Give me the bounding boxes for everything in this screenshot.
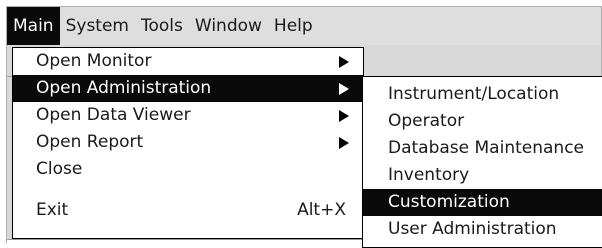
administration-submenu: Instrument/Location Operator Database Ma… <box>362 76 602 248</box>
menu-bar: Main System Tools Window Help <box>7 7 601 45</box>
menu-item-open-monitor[interactable]: Open Monitor <box>13 48 363 75</box>
menu-item-label: Open Administration <box>36 78 212 98</box>
submenu-arrow-icon <box>339 110 349 122</box>
menu-item-exit[interactable]: Exit Alt+X <box>13 197 363 224</box>
submenu-item-inventory[interactable]: Inventory <box>363 162 602 189</box>
submenu-item-instrument-location[interactable]: Instrument/Location <box>363 81 602 108</box>
menu-item-shortcut: Alt+X <box>297 200 346 220</box>
menu-item-label: Exit <box>36 200 69 220</box>
submenu-item-customization[interactable]: Customization <box>363 189 602 216</box>
menu-separator <box>13 183 363 197</box>
menu-item-close[interactable]: Close <box>13 156 363 183</box>
submenu-item-operator[interactable]: Operator <box>363 108 602 135</box>
menu-help[interactable]: Help <box>268 7 319 45</box>
menu-item-open-data-viewer[interactable]: Open Data Viewer <box>13 102 363 129</box>
menu-window[interactable]: Window <box>189 7 268 45</box>
submenu-arrow-icon <box>339 83 349 95</box>
submenu-arrow-icon <box>339 56 349 68</box>
submenu-arrow-icon <box>339 137 349 149</box>
menu-item-label: Close <box>36 159 83 179</box>
menu-main[interactable]: Main <box>7 7 60 45</box>
submenu-item-user-administration[interactable]: User Administration <box>363 216 602 243</box>
content-area <box>7 239 363 245</box>
menu-tools[interactable]: Tools <box>135 7 189 45</box>
menu-item-open-administration[interactable]: Open Administration <box>13 75 363 102</box>
menu-item-label: Open Data Viewer <box>36 105 191 125</box>
menu-item-open-report[interactable]: Open Report <box>13 129 363 156</box>
menu-item-label: Open Monitor <box>36 51 152 71</box>
submenu-item-database-maintenance[interactable]: Database Maintenance <box>363 135 602 162</box>
main-menu-dropdown: Open Monitor Open Administration Open Da… <box>12 47 364 239</box>
menu-system[interactable]: System <box>60 7 135 45</box>
menu-item-label: Open Report <box>36 132 144 152</box>
